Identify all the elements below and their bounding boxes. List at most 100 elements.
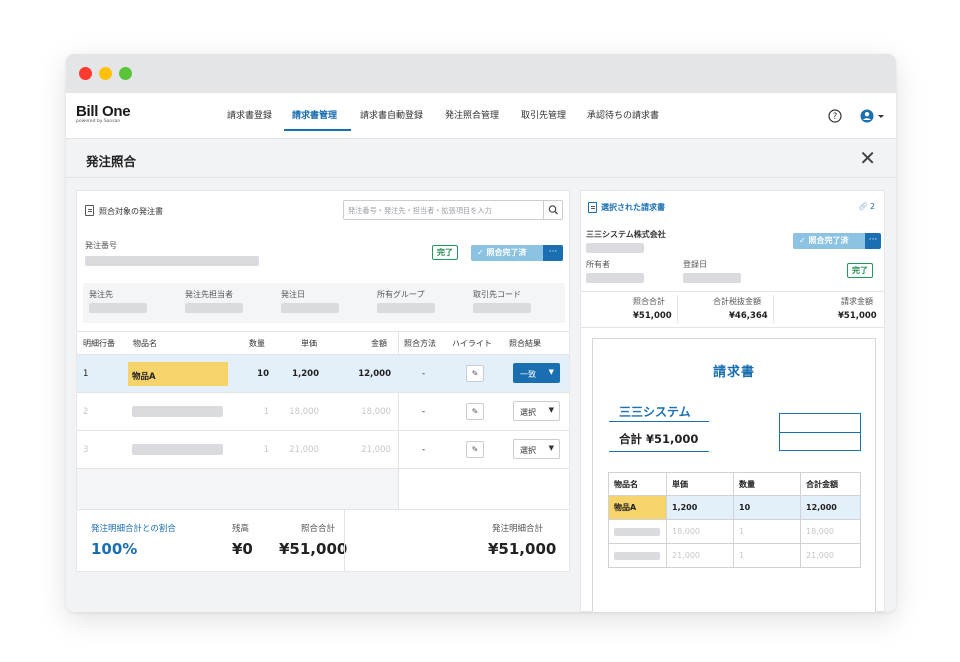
row-item-placeholder: [132, 444, 223, 455]
nav-item-po-matching[interactable]: 発注照合管理: [445, 108, 499, 121]
reg-date-value: [683, 273, 741, 283]
result-select-value: 選択: [520, 408, 536, 417]
search-placeholder: 発注番号・発注先・担当者・拡張項目を入力: [348, 206, 492, 215]
zoom-window-button[interactable]: [119, 67, 132, 80]
doc-col-price: 単価: [666, 472, 734, 496]
doc-row-amount: 21,000: [800, 543, 861, 568]
doc-col-qty: 数量: [733, 472, 801, 496]
row-price: 1,200: [292, 369, 319, 379]
info-label-vendor: 発注先: [89, 290, 113, 299]
status-badge-matched: ✓ 照合完了済: [471, 245, 543, 261]
totals-label-pretax: 合計税抜金額: [713, 297, 761, 306]
link-count: 2: [870, 202, 876, 211]
doc-title: 請求書: [712, 365, 755, 380]
search-icon[interactable]: [543, 201, 562, 219]
row-qty: 10: [257, 369, 269, 379]
doc-row-price: 1,200: [666, 495, 734, 520]
nav-item-invoice-register[interactable]: 請求書登録: [227, 108, 272, 121]
link-icon[interactable]: 🔗︎: [858, 202, 868, 211]
status-badge-done: 完了: [432, 245, 458, 260]
po-number-value: [85, 256, 259, 266]
nav-item-pending-approval[interactable]: 承認待ちの請求書: [587, 108, 659, 121]
col-header-qty: 数量: [249, 339, 265, 348]
result-select[interactable]: 一致 ▼: [513, 363, 560, 383]
info-label-owner-group: 所有グループ: [377, 290, 425, 299]
col-header-method: 照合方法: [404, 339, 436, 348]
bill-one-logo[interactable]: Bill One powered by Sansan: [76, 103, 131, 124]
row-method: -: [422, 407, 426, 417]
match-total-label: 照合合計: [301, 524, 336, 534]
totals-value-pretax: ¥46,364: [729, 311, 768, 321]
svg-text:?: ?: [833, 112, 838, 122]
invoice-panel: 選択された請求書 🔗︎ 2 三三システム株式会社 ✓ 照合完了済 ··· 所有者…: [580, 190, 885, 612]
doc-row-item-placeholder: [608, 519, 667, 544]
col-header-price: 単価: [301, 339, 317, 348]
document-icon: [85, 205, 94, 216]
ratio-label: 発注明細合計との割合: [91, 524, 176, 534]
ratio-value: 100%: [91, 540, 138, 558]
row-method: -: [422, 445, 426, 455]
active-tab-indicator: [284, 129, 351, 131]
doc-row: 18,000 1 18,000: [608, 519, 861, 544]
nav-item-vendor-manage[interactable]: 取引先管理: [521, 108, 566, 121]
doc-col-amount: 合計金額: [800, 472, 861, 496]
chevron-down-icon: ▼: [548, 444, 554, 452]
info-label-order-date: 発注日: [281, 290, 305, 299]
nav-item-invoice-manage[interactable]: 請求書管理: [292, 108, 337, 121]
result-select[interactable]: 選択 ▼: [513, 439, 560, 459]
info-label-vendor-contact: 発注先担当者: [185, 290, 233, 299]
table-row[interactable]: 1 物品A 10 1,200 12,000 - ✎ 一致 ▼: [77, 355, 569, 392]
pencil-icon[interactable]: ✎: [466, 441, 484, 458]
more-options-button[interactable]: ···: [543, 245, 563, 261]
po-search-input[interactable]: 発注番号・発注先・担当者・拡張項目を入力: [343, 200, 563, 220]
row-line-no: 1: [83, 369, 89, 379]
status-badge-matched: ✓ 照合完了済: [793, 233, 865, 249]
totals-value-match: ¥51,000: [633, 311, 672, 321]
top-nav: Bill One powered by Sansan 請求書登録 請求書管理 請…: [66, 93, 896, 139]
po-total-value: ¥51,000: [488, 540, 557, 558]
logo-main-text: Bill One: [76, 103, 131, 120]
invoice-document-preview: 請求書 三三システム 合計 ¥51,000 物品名 単価 数量 合計金額 物品A…: [592, 338, 876, 612]
doc-row-price: 18,000: [666, 519, 734, 544]
doc-row: 物品A 1,200 10 12,000: [608, 495, 861, 520]
row-amount: 18,000: [361, 407, 391, 417]
result-select-value: 選択: [520, 446, 536, 455]
col-header-item: 物品名: [133, 339, 157, 348]
page-header: 発注照合 ✕: [66, 140, 896, 178]
doc-row-qty: 1: [733, 519, 801, 544]
po-total-label: 発注明細合計: [492, 524, 544, 534]
result-select[interactable]: 選択 ▼: [513, 401, 560, 421]
close-icon[interactable]: ✕: [859, 148, 876, 168]
info-value-owner-group: [377, 303, 435, 313]
help-circle-icon[interactable]: ?: [828, 108, 842, 127]
doc-row-item-placeholder: [608, 543, 667, 568]
table-row[interactable]: 3 1 21,000 21,000 - ✎ 選択 ▼: [77, 431, 569, 468]
row-price: 21,000: [289, 445, 319, 455]
nav-item-auto-register[interactable]: 請求書自動登録: [360, 108, 423, 121]
po-number-label: 発注番号: [85, 241, 117, 250]
minimize-window-button[interactable]: [99, 67, 112, 80]
balance-label: 残高: [232, 524, 250, 534]
doc-row-amount: 12,000: [800, 495, 861, 520]
reg-date-label: 登録日: [683, 260, 707, 269]
chevron-down-icon: ▼: [548, 406, 554, 414]
row-line-no: 3: [83, 445, 89, 455]
table-row[interactable]: 2 1 18,000 18,000 - ✎ 選択 ▼: [77, 393, 569, 430]
pencil-icon[interactable]: ✎: [466, 365, 484, 382]
balance-value: ¥0: [232, 540, 253, 558]
totals-label-match: 照合合計: [633, 297, 665, 306]
user-circle-icon[interactable]: [860, 108, 886, 127]
more-options-button[interactable]: ···: [865, 233, 881, 249]
doc-row-item: 物品A: [608, 495, 667, 520]
doc-row-qty: 1: [733, 543, 801, 568]
doc-row-amount: 18,000: [800, 519, 861, 544]
row-line-no: 2: [83, 407, 89, 417]
row-item-placeholder: [132, 406, 223, 417]
pencil-icon[interactable]: ✎: [466, 403, 484, 420]
owner-label: 所有者: [586, 260, 610, 269]
totals-value-billed: ¥51,000: [838, 311, 877, 321]
doc-row: 21,000 1 21,000: [608, 543, 861, 568]
row-item-name: 物品A: [132, 372, 156, 382]
row-amount: 21,000: [361, 445, 391, 455]
close-window-button[interactable]: [79, 67, 92, 80]
